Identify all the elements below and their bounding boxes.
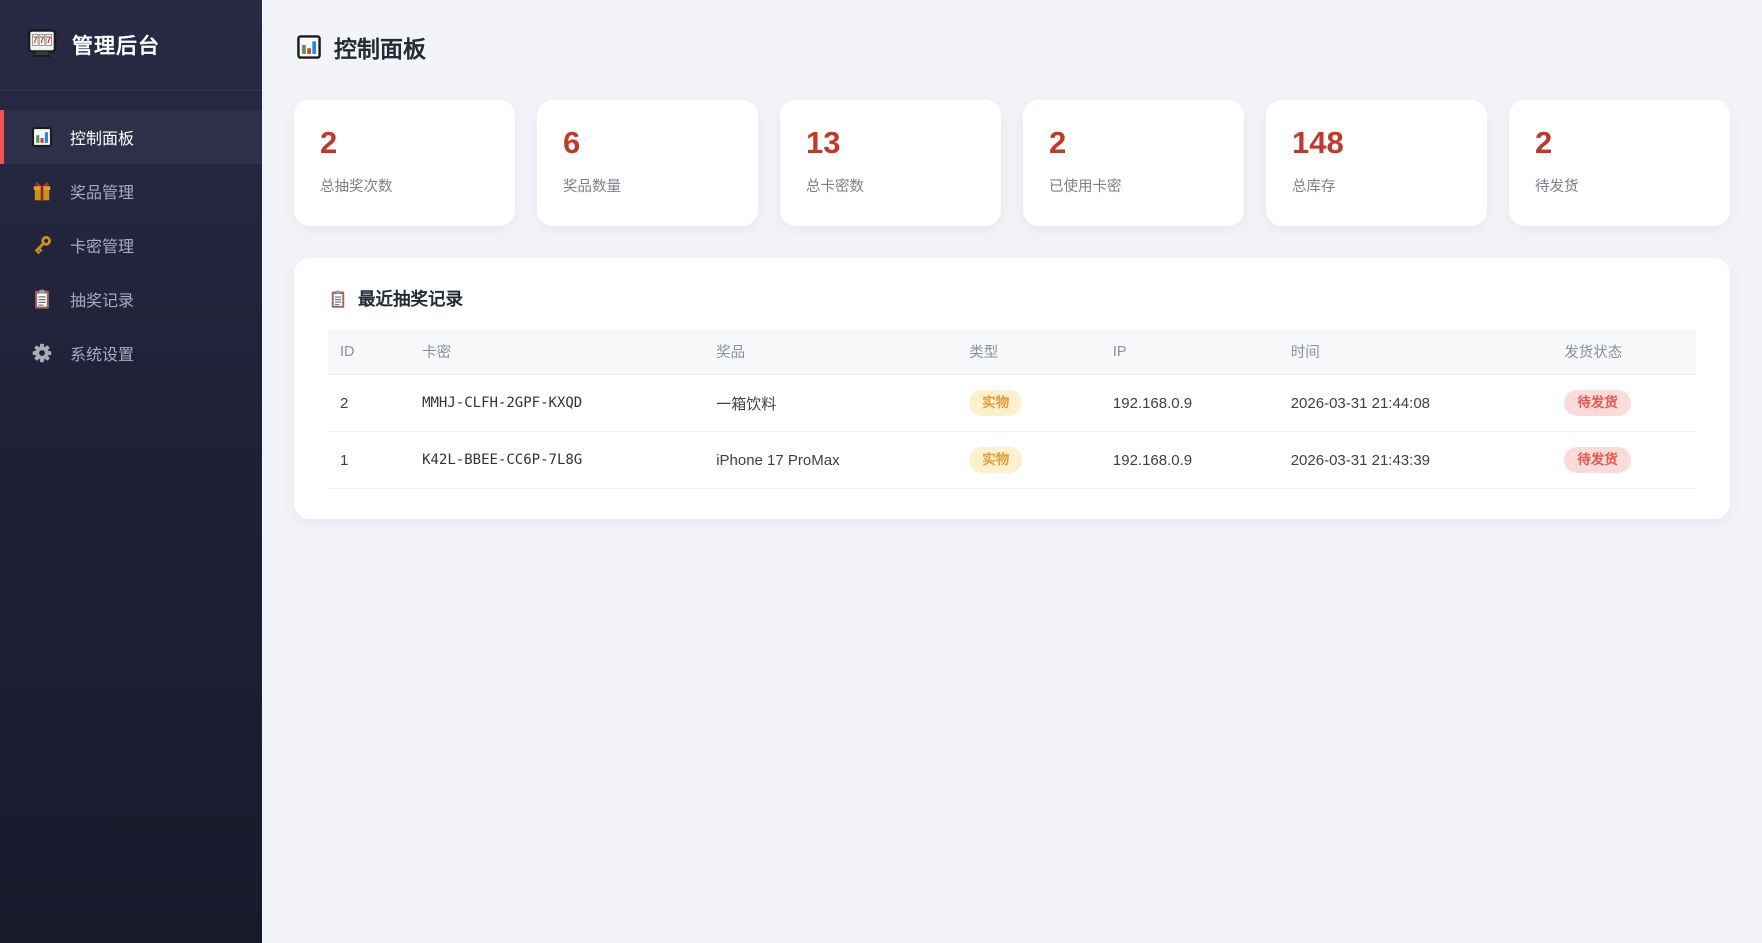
col-header-ip: IP xyxy=(1100,329,1279,375)
type-badge: 实物 xyxy=(969,447,1023,474)
stat-card-total-stock: 148 总库存 xyxy=(1266,100,1487,226)
cell-id: 2 xyxy=(328,374,411,433)
sidebar-item-label: 卡密管理 xyxy=(70,239,135,256)
svg-text:7: 7 xyxy=(33,35,38,45)
stat-label: 待发货 xyxy=(1535,179,1579,195)
app-title: 管理后台 xyxy=(72,35,160,58)
svg-text:7: 7 xyxy=(39,35,44,45)
records-table: ID 卡密 奖品 类型 IP 时间 发货状态 2 MMHJ-CLFH-2GPF-… xyxy=(328,329,1696,490)
bar-chart-icon xyxy=(31,126,53,148)
panel-title: 最近抽奖记录 xyxy=(328,286,1696,311)
stat-label: 已使用卡密 xyxy=(1049,179,1122,195)
cell-status: 待发货 xyxy=(1552,431,1696,490)
stat-value: 6 xyxy=(563,125,581,160)
stat-card-total-keys: 13 总卡密数 xyxy=(780,100,1001,226)
col-header-key: 卡密 xyxy=(410,329,705,375)
stat-value: 2 xyxy=(1049,125,1067,160)
cell-ip: 192.168.0.9 xyxy=(1100,431,1279,490)
cell-time: 2026-03-31 21:44:08 xyxy=(1278,374,1553,433)
table-header-row: ID 卡密 奖品 类型 IP 时间 发货状态 xyxy=(328,329,1696,375)
bar-chart-icon xyxy=(296,34,322,60)
stat-value: 13 xyxy=(806,125,841,160)
cell-type: 实物 xyxy=(957,431,1101,490)
slot-machine-icon: 7 7 7 xyxy=(26,27,58,64)
sidebar-item-settings[interactable]: 系统设置 xyxy=(0,326,262,380)
cell-ip: 192.168.0.9 xyxy=(1100,374,1279,433)
stat-label: 总抽奖次数 xyxy=(320,179,393,195)
stat-value: 2 xyxy=(320,125,338,160)
sidebar-item-dashboard[interactable]: 控制面板 xyxy=(0,110,262,164)
table-row: 1 K42L-BBEE-CC6P-7L8G iPhone 17 ProMax 实… xyxy=(328,431,1696,490)
cell-type: 实物 xyxy=(957,374,1101,433)
clipboard-icon xyxy=(31,288,53,310)
stat-label: 奖品数量 xyxy=(563,179,621,195)
page-title: 控制面板 xyxy=(296,30,1730,64)
col-header-type: 类型 xyxy=(957,329,1101,375)
key-icon xyxy=(31,234,53,256)
cell-card-key: K42L-BBEE-CC6P-7L8G xyxy=(410,431,705,490)
main-content: 控制面板 2 总抽奖次数 6 奖品数量 13 总卡密数 2 已使用卡密 148 … xyxy=(262,0,1762,549)
sidebar-item-prizes[interactable]: 奖品管理 xyxy=(0,164,262,218)
page-title-text: 控制面板 xyxy=(334,36,426,62)
sidebar-item-label: 控制面板 xyxy=(70,131,135,148)
status-badge: 待发货 xyxy=(1564,390,1631,417)
sidebar-item-label: 抽奖记录 xyxy=(70,293,135,310)
col-header-time: 时间 xyxy=(1278,329,1553,375)
sidebar-item-cardkeys[interactable]: 卡密管理 xyxy=(0,218,262,272)
clipboard-icon xyxy=(328,289,348,309)
cell-id: 1 xyxy=(328,431,411,490)
sidebar-item-label: 奖品管理 xyxy=(70,185,135,202)
col-header-prize: 奖品 xyxy=(704,329,958,375)
col-header-id: ID xyxy=(328,329,411,375)
app-logo: 7 7 7 管理后台 xyxy=(0,0,262,91)
stat-value: 2 xyxy=(1535,125,1553,160)
cell-prize: 一箱饮料 xyxy=(704,374,958,433)
cell-prize: iPhone 17 ProMax xyxy=(704,431,958,490)
stats-row: 2 总抽奖次数 6 奖品数量 13 总卡密数 2 已使用卡密 148 总库存 2… xyxy=(294,100,1730,226)
stat-label: 总卡密数 xyxy=(806,179,864,195)
panel-title-text: 最近抽奖记录 xyxy=(358,289,463,309)
table-row: 2 MMHJ-CLFH-2GPF-KXQD 一箱饮料 实物 192.168.0.… xyxy=(328,374,1696,433)
stat-card-pending-ship: 2 待发货 xyxy=(1509,100,1730,226)
recent-records-panel: 最近抽奖记录 ID 卡密 奖品 类型 IP 时间 发货状态 2 MMHJ-CLF… xyxy=(294,258,1730,520)
col-header-status: 发货状态 xyxy=(1552,329,1696,375)
stat-card-used-keys: 2 已使用卡密 xyxy=(1023,100,1244,226)
cell-card-key: MMHJ-CLFH-2GPF-KXQD xyxy=(410,374,705,433)
gift-icon xyxy=(31,180,53,202)
type-badge: 实物 xyxy=(969,390,1023,417)
gear-icon xyxy=(31,342,53,364)
sidebar-menu: 控制面板 奖品管理 卡密管理 抽奖记录 系统设置 xyxy=(0,91,262,380)
stat-value: 148 xyxy=(1292,125,1344,160)
cell-time: 2026-03-31 21:43:39 xyxy=(1278,431,1553,490)
svg-text:7: 7 xyxy=(46,35,51,45)
cell-status: 待发货 xyxy=(1552,374,1696,433)
stat-label: 总库存 xyxy=(1292,179,1336,195)
sidebar: 7 7 7 管理后台 控制面板 奖品管理 卡密管理 抽奖记录 系统设置 xyxy=(0,0,262,943)
stat-card-total-draws: 2 总抽奖次数 xyxy=(294,100,515,226)
status-badge: 待发货 xyxy=(1564,447,1631,474)
stat-card-prize-count: 6 奖品数量 xyxy=(537,100,758,226)
sidebar-item-label: 系统设置 xyxy=(70,347,135,364)
sidebar-item-records[interactable]: 抽奖记录 xyxy=(0,272,262,326)
